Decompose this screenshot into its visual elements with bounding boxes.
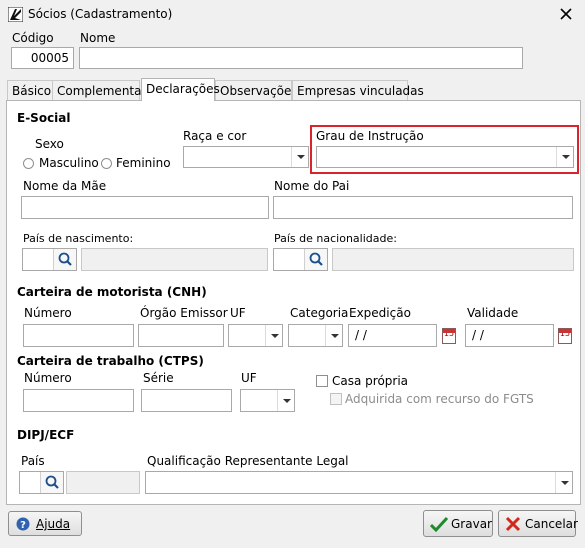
ctps-serie-field[interactable] (141, 389, 232, 412)
feminino-radio[interactable] (101, 158, 112, 169)
cnh-expedicao-label: Expedição (349, 306, 411, 320)
adquirida-fgts-checkbox[interactable] (330, 393, 342, 405)
cnh-numero-label: Número (24, 306, 72, 320)
cnh-orgao-field[interactable] (138, 324, 224, 347)
ajuda-button[interactable]: ? Ajuda (8, 511, 82, 536)
cnh-title: Carteira de motorista (CNH) (17, 285, 207, 299)
casa-propria-label: Casa própria (332, 374, 409, 388)
pais-nasc-desc (81, 248, 268, 271)
tab-panel: E-Social Sexo Masculino Feminino Raça e … (6, 100, 581, 505)
cnh-validade-label: Validade (467, 306, 519, 320)
esocial-title: E-Social (17, 111, 71, 125)
cnh-categoria-label: Categoria (290, 306, 349, 320)
close-icon[interactable] (560, 8, 572, 20)
adquirida-fgts-label: Adquirida com recurso do FGTS (345, 392, 534, 406)
raca-select[interactable] (183, 146, 309, 168)
chevron-down-icon[interactable] (291, 147, 308, 167)
gravar-button[interactable]: Gravar (423, 510, 493, 537)
search-icon[interactable] (304, 249, 327, 270)
nome-field[interactable] (79, 47, 523, 69)
pais-nac-field[interactable] (273, 248, 328, 271)
pais-nac-desc (332, 248, 574, 271)
search-icon[interactable] (40, 472, 63, 493)
nome-label: Nome (80, 31, 116, 45)
calendar-icon[interactable]: 15 (558, 328, 572, 344)
masculino-radio[interactable] (23, 158, 34, 169)
masculino-label: Masculino (39, 156, 99, 170)
help-icon: ? (16, 517, 30, 531)
qualificacao-label: Qualificação Representante Legal (147, 454, 349, 468)
codigo-field[interactable]: 00005 (11, 47, 74, 69)
cnh-categoria-select[interactable] (288, 324, 343, 347)
window-title: Sócios (Cadastramento) (28, 7, 173, 21)
pais-nasc-label: País de nascimento: (23, 232, 134, 245)
app-icon (7, 6, 24, 23)
nome-pai-field[interactable] (273, 196, 573, 219)
dipj-pais-desc (66, 471, 140, 494)
tab-complementar[interactable]: Complementar (52, 80, 146, 100)
cnh-validade-field[interactable]: / / (465, 324, 554, 347)
nome-mae-label: Nome da Mãe (23, 179, 107, 193)
cnh-uf-select[interactable] (228, 324, 283, 347)
chevron-down-icon[interactable] (265, 325, 282, 346)
sexo-label: Sexo (35, 137, 64, 151)
title-bar: Sócios (Cadastramento) (0, 0, 585, 28)
check-icon (429, 516, 449, 533)
grau-label: Grau de Instrução (316, 129, 424, 143)
codigo-label: Código (12, 31, 54, 45)
svg-text:?: ? (20, 520, 26, 531)
ctps-numero-field[interactable] (23, 389, 134, 412)
ajuda-label: Ajuda (36, 517, 71, 531)
pais-nasc-field[interactable] (22, 248, 77, 271)
grau-instrucao-select[interactable] (316, 146, 574, 168)
chevron-down-icon[interactable] (325, 325, 342, 346)
ctps-title: Carteira de trabalho (CTPS) (17, 354, 204, 368)
feminino-label: Feminino (116, 156, 171, 170)
calendar-icon[interactable]: 15 (442, 328, 456, 344)
qualificacao-select[interactable] (145, 471, 573, 494)
chevron-down-icon[interactable] (277, 390, 294, 411)
casa-propria-checkbox[interactable] (316, 375, 328, 387)
chevron-down-icon[interactable] (555, 472, 572, 493)
tab-empresas-vinculadas[interactable]: Empresas vinculadas (292, 80, 424, 100)
nome-pai-label: Nome do Pai (274, 179, 350, 193)
pais-nac-label: País de nacionalidade: (274, 232, 397, 245)
search-icon[interactable] (53, 249, 76, 270)
cnh-orgao-label: Órgão Emissor (140, 306, 228, 320)
ctps-uf-select[interactable] (240, 389, 295, 412)
cnh-numero-field[interactable] (23, 324, 134, 347)
chevron-down-icon[interactable] (556, 147, 573, 167)
cancelar-button[interactable]: Cancelar (498, 510, 578, 537)
cnh-uf-label: UF (230, 306, 246, 320)
ctps-numero-label: Número (24, 371, 72, 385)
ctps-uf-label: UF (241, 371, 257, 385)
tab-declaracoes[interactable]: Declarações (141, 78, 220, 101)
dipj-pais-field[interactable] (19, 471, 64, 494)
nome-mae-field[interactable] (21, 196, 269, 219)
cancel-icon (505, 516, 521, 532)
tab-observacoes[interactable]: Observações (215, 80, 298, 100)
dipj-title: DIPJ/ECF (17, 428, 75, 442)
tab-basico[interactable]: Básico (7, 80, 53, 100)
cancelar-label: Cancelar (525, 517, 578, 531)
cnh-expedicao-field[interactable]: / / (348, 324, 437, 347)
raca-label: Raça e cor (183, 129, 247, 143)
ctps-serie-label: Série (143, 371, 174, 385)
gravar-label: Gravar (451, 517, 492, 531)
dipj-pais-label: País (21, 454, 45, 468)
